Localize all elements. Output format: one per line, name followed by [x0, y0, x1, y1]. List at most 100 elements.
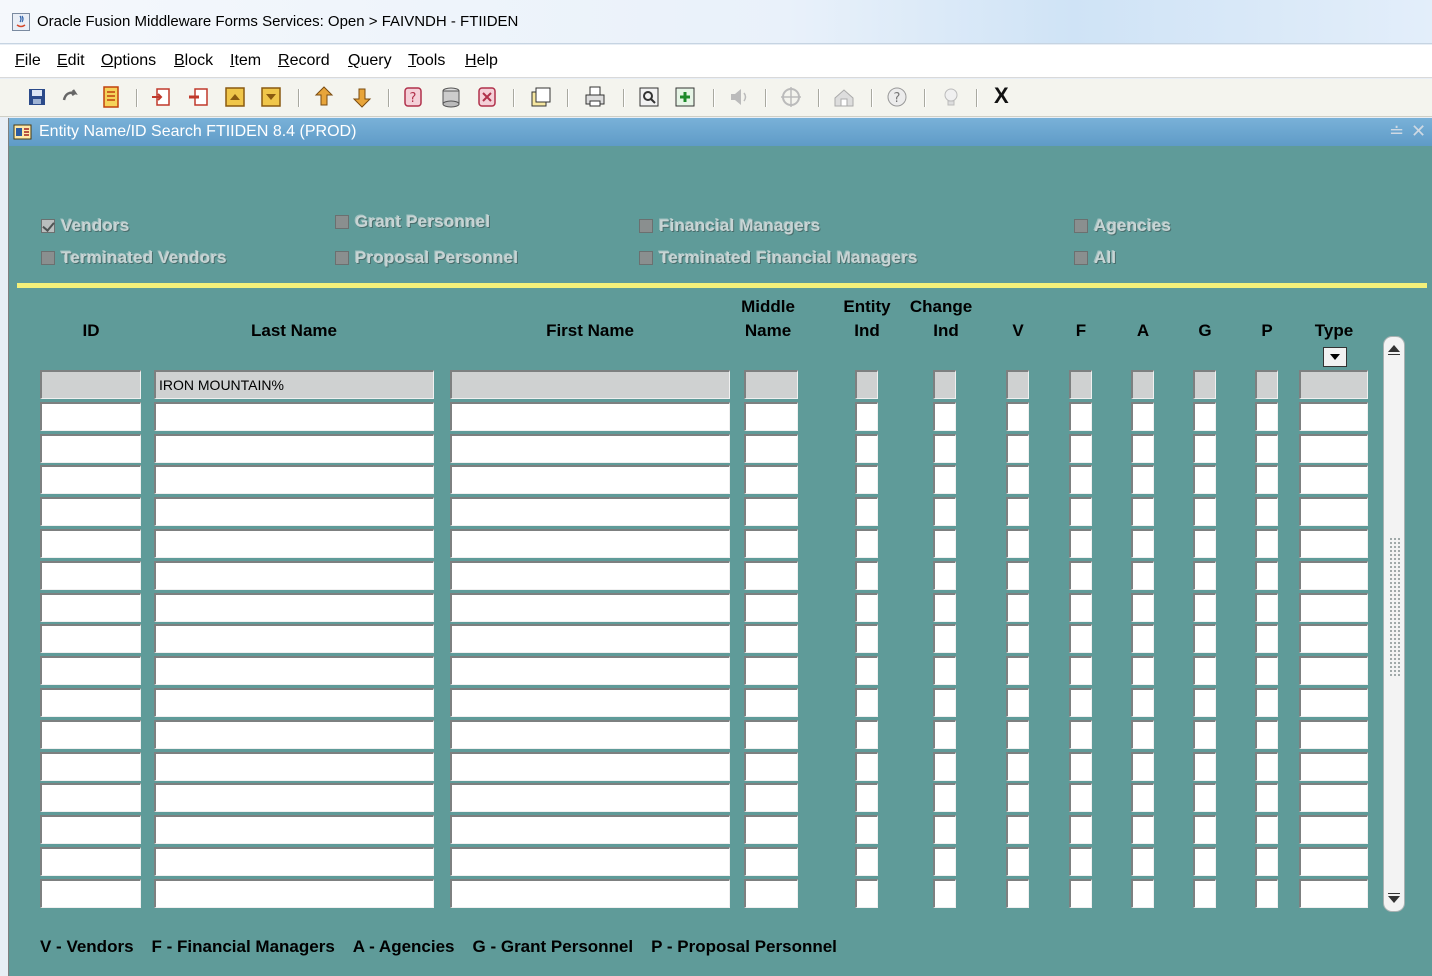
cell-first-name[interactable] [450, 847, 730, 876]
cell-id[interactable] [40, 370, 141, 399]
cell-first-name[interactable] [450, 497, 730, 526]
menu-query[interactable]: Query [348, 52, 392, 70]
cell-entity-ind[interactable] [855, 497, 878, 526]
cell-f[interactable] [1069, 497, 1092, 526]
print-icon[interactable] [582, 84, 608, 110]
cell-id[interactable] [40, 624, 141, 653]
cell-last-name[interactable] [154, 879, 434, 908]
cell-id[interactable] [40, 752, 141, 781]
cell-type[interactable] [1299, 783, 1368, 812]
cell-a[interactable] [1131, 529, 1154, 558]
cell-a[interactable] [1131, 593, 1154, 622]
cell-p[interactable] [1255, 688, 1278, 717]
cell-f[interactable] [1069, 656, 1092, 685]
cell-id[interactable] [40, 688, 141, 717]
cell-g[interactable] [1193, 688, 1216, 717]
menu-tools[interactable]: Tools [408, 52, 445, 70]
cell-middle-name[interactable] [744, 497, 798, 526]
cell-middle-name[interactable] [744, 720, 798, 749]
checkbox-all[interactable]: All [1074, 248, 1116, 268]
options-icon[interactable] [778, 84, 804, 110]
cell-middle-name[interactable] [744, 815, 798, 844]
scroll-up-arrow-icon[interactable] [1388, 345, 1400, 352]
cell-v[interactable] [1006, 434, 1029, 463]
cell-last-name[interactable] [154, 593, 434, 622]
cell-entity-ind[interactable] [855, 720, 878, 749]
next-block-icon[interactable] [258, 84, 284, 110]
cell-last-name[interactable] [154, 497, 434, 526]
cell-last-name[interactable] [154, 529, 434, 558]
cell-p[interactable] [1255, 879, 1278, 908]
cell-first-name[interactable] [450, 815, 730, 844]
cell-type[interactable] [1299, 815, 1368, 844]
cell-id[interactable] [40, 783, 141, 812]
cell-type[interactable] [1299, 847, 1368, 876]
cell-entity-ind[interactable] [855, 656, 878, 685]
cell-p[interactable] [1255, 370, 1278, 399]
cell-v[interactable] [1006, 847, 1029, 876]
cell-middle-name[interactable] [744, 561, 798, 590]
cell-id[interactable] [40, 497, 141, 526]
cell-change-ind[interactable] [933, 815, 956, 844]
scroll-down-arrow-icon[interactable] [1388, 896, 1400, 903]
checkbox-all-box[interactable] [1074, 251, 1088, 265]
cell-middle-name[interactable] [744, 847, 798, 876]
cell-type[interactable] [1299, 434, 1368, 463]
cell-last-name[interactable] [154, 624, 434, 653]
cell-entity-ind[interactable] [855, 529, 878, 558]
cell-v[interactable] [1006, 402, 1029, 431]
remove-record-icon[interactable] [186, 84, 212, 110]
cell-first-name[interactable] [450, 783, 730, 812]
cell-a[interactable] [1131, 656, 1154, 685]
cell-type[interactable] [1299, 465, 1368, 494]
cell-change-ind[interactable] [933, 752, 956, 781]
cell-first-name[interactable] [450, 465, 730, 494]
cell-entity-ind[interactable] [855, 688, 878, 717]
checkbox-vendors[interactable]: Vendors [41, 216, 129, 236]
cell-change-ind[interactable] [933, 465, 956, 494]
cell-id[interactable] [40, 815, 141, 844]
enter-query-icon[interactable]: ? [400, 84, 426, 110]
cell-last-name[interactable] [154, 720, 434, 749]
save-icon[interactable] [24, 84, 50, 110]
previous-record-icon[interactable] [311, 84, 337, 110]
cell-g[interactable] [1193, 879, 1216, 908]
hint-icon[interactable] [938, 84, 964, 110]
cell-type[interactable] [1299, 529, 1368, 558]
menu-options[interactable]: Options [101, 52, 156, 70]
cell-f[interactable] [1069, 624, 1092, 653]
cell-f[interactable] [1069, 688, 1092, 717]
cell-first-name[interactable] [450, 656, 730, 685]
cell-middle-name[interactable] [744, 656, 798, 685]
cell-a[interactable] [1131, 815, 1154, 844]
cell-p[interactable] [1255, 624, 1278, 653]
cell-g[interactable] [1193, 497, 1216, 526]
cell-g[interactable] [1193, 783, 1216, 812]
cell-g[interactable] [1193, 656, 1216, 685]
minimize-icon[interactable]: ≐ [1389, 121, 1404, 142]
insert-record-icon[interactable] [148, 84, 174, 110]
cell-p[interactable] [1255, 402, 1278, 431]
cell-type[interactable] [1299, 561, 1368, 590]
cell-middle-name[interactable] [744, 529, 798, 558]
cell-f[interactable] [1069, 879, 1092, 908]
cell-middle-name[interactable] [744, 783, 798, 812]
cell-last-name[interactable] [154, 561, 434, 590]
cell-f[interactable] [1069, 847, 1092, 876]
cell-v[interactable] [1006, 656, 1029, 685]
checkbox-terminated-financial-managers[interactable]: Terminated Financial Managers [639, 248, 918, 268]
cancel-query-icon[interactable] [474, 84, 500, 110]
cell-id[interactable] [40, 529, 141, 558]
menu-help[interactable]: Help [465, 52, 498, 70]
cell-a[interactable] [1131, 402, 1154, 431]
cell-g[interactable] [1193, 847, 1216, 876]
cell-id[interactable] [40, 402, 141, 431]
checkbox-proposal-personnel[interactable]: Proposal Personnel [335, 248, 518, 268]
cell-a[interactable] [1131, 497, 1154, 526]
checkbox-terminated-vendors-box[interactable] [41, 251, 55, 265]
cell-f[interactable] [1069, 783, 1092, 812]
cell-f[interactable] [1069, 434, 1092, 463]
cell-id[interactable] [40, 720, 141, 749]
cell-p[interactable] [1255, 529, 1278, 558]
menu-block[interactable]: Block [174, 52, 213, 70]
